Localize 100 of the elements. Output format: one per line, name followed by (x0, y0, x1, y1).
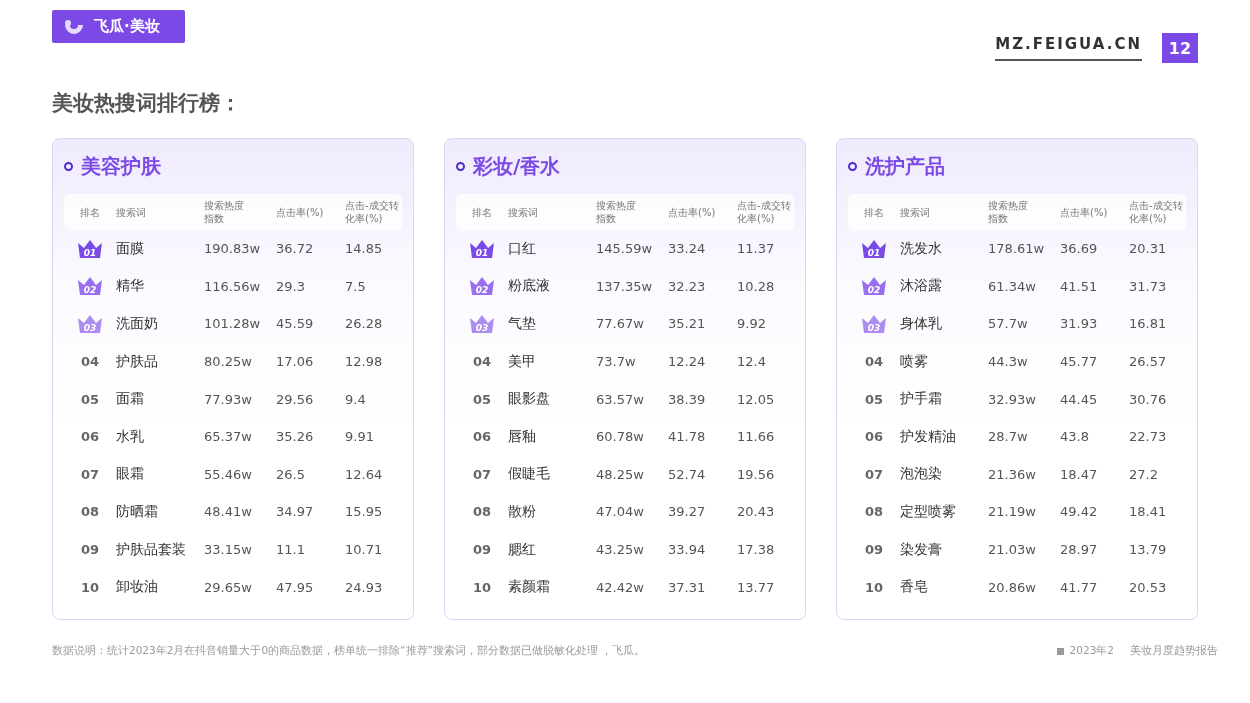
rank-number: 05 (864, 391, 884, 407)
table-cell-text: 190.83w (204, 241, 262, 257)
table-cell-text: 34.97 (276, 504, 315, 520)
search-term: 护发精油 (900, 427, 957, 446)
table-cell-text: 11.66 (737, 429, 776, 445)
column-header: 排名 (863, 205, 885, 219)
table-cell-text: 29.65w (204, 579, 253, 595)
table-cell-text: 137.35w (596, 278, 654, 294)
table-cell-text: 33.15w (204, 542, 253, 558)
crown-rank-badge: 02 (861, 276, 887, 297)
table-cell-text: 24.93 (345, 579, 384, 595)
table-cell-text: 73.7w (596, 354, 637, 370)
table-cell-text: 63.57w (596, 391, 645, 407)
search-term: 面霜 (116, 390, 145, 409)
table-cell-text: 13.79 (1129, 542, 1168, 558)
search-term: 卸妆油 (116, 578, 159, 597)
rank-number: 08 (472, 504, 492, 520)
table-cell-text: 26.28 (345, 316, 384, 332)
search-term: 护肤品 (116, 352, 159, 371)
crown-rank-badge: 03 (861, 314, 887, 334)
table-cell-text: 12.4 (737, 354, 767, 370)
table-cell-text: 49.42 (1060, 504, 1099, 520)
table-cell-text: 20.86w (988, 579, 1037, 595)
table-cell-text: 16.81 (1129, 316, 1168, 332)
search-term: 气垫 (508, 315, 537, 333)
table-cell-text: 48.25w (596, 466, 645, 482)
column-header: 点击-成交转化率(%) (345, 199, 400, 225)
rank-number: 08 (80, 504, 100, 520)
search-term: 眼影盘 (508, 390, 551, 409)
column-header: 搜索热度指数 (596, 199, 637, 225)
table-cell-text: 11.37 (737, 241, 776, 257)
search-term: 口红 (508, 239, 537, 258)
table-cell-text: 77.93w (204, 391, 253, 407)
column-header: 点击-成交转化率(%) (737, 199, 792, 225)
rank-number: 06 (80, 429, 100, 445)
search-term: 假睫毛 (508, 465, 551, 484)
crown-rank-badge: 01 (861, 238, 887, 259)
site-url: MZ.FEIGUA.CN (995, 35, 1142, 61)
crown-rank-badge: 01 (469, 238, 495, 259)
search-term: 粉底液 (508, 277, 551, 296)
table-cell-text: 14.85 (345, 241, 384, 257)
table-cell-text: 47.95 (276, 579, 315, 595)
table-cell-text: 61.34w (988, 278, 1037, 294)
column-header: 排名 (471, 205, 493, 219)
table-cell-text: 12.64 (345, 466, 384, 482)
search-term: 香皂 (900, 578, 929, 597)
table-cell-text: 31.93 (1060, 316, 1099, 332)
search-term: 洗发水 (900, 239, 943, 258)
table-cell-text: 9.92 (737, 316, 767, 332)
brand-name: 飞瓜·美妆 (94, 17, 160, 36)
table-cell-text: 29.3 (276, 278, 306, 294)
table-cell-text: 21.36w (988, 466, 1037, 482)
crown-rank-badge: 03 (77, 314, 103, 334)
table-cell-text: 18.47 (1060, 466, 1099, 482)
page-title: 美妆热搜词排行榜： (52, 90, 242, 117)
table-cell-text: 47.04w (596, 504, 645, 520)
search-term: 唇釉 (508, 427, 537, 446)
table-cell-text: 45.59 (276, 316, 315, 332)
search-term: 护手霜 (900, 390, 943, 409)
rank-number: 10 (864, 579, 884, 595)
table-cell-text: 48.41w (204, 504, 253, 520)
table-cell-text: 57.7w (988, 316, 1029, 332)
rank-number: 07 (472, 466, 492, 482)
table-cell-text: 43.8 (1060, 429, 1090, 445)
column-header: 搜索热度指数 (988, 199, 1029, 225)
table-cell-text: 36.72 (276, 241, 315, 257)
search-term: 精华 (116, 277, 145, 296)
column-header: 点击-成交转化率(%) (1129, 199, 1184, 225)
search-term: 身体乳 (900, 315, 943, 333)
page-number: 12 (1162, 33, 1198, 63)
rank-number: 10 (472, 579, 492, 595)
card-title: 洗护产品 (865, 152, 945, 180)
table-cell-text: 9.91 (345, 429, 375, 445)
rank-number: 06 (864, 429, 884, 445)
table-cell-text: 41.77 (1060, 579, 1099, 595)
table-cell-text: 32.23 (668, 278, 707, 294)
table-cell-text: 116.56w (204, 278, 262, 294)
table-cell-text: 27.2 (1129, 466, 1159, 482)
search-term: 眼霜 (116, 465, 145, 484)
table-cell-text: 12.98 (345, 354, 384, 370)
card-title: 彩妆/香水 (473, 152, 561, 180)
table-cell-text: 43.25w (596, 542, 645, 558)
search-term: 防晒霜 (116, 502, 159, 521)
rank-number: 09 (472, 542, 492, 558)
rank-number: 10 (80, 579, 100, 595)
rank-number: 09 (864, 542, 884, 558)
table-cell-text: 45.77 (1060, 354, 1099, 370)
table-cell-text: 28.97 (1060, 542, 1099, 558)
table-cell-text: 7.5 (345, 278, 367, 294)
column-header: 点击率(%) (276, 205, 325, 219)
column-header: 搜索词 (900, 205, 931, 219)
table-cell-text: 65.37w (204, 429, 253, 445)
search-term: 泡泡染 (900, 465, 943, 484)
column-header: 搜索词 (116, 205, 147, 219)
table-cell-text: 60.78w (596, 429, 645, 445)
table-cell-text: 145.59w (596, 241, 654, 257)
table-cell-text: 28.7w (988, 429, 1029, 445)
table-cell-text: 44.3w (988, 354, 1029, 370)
table-cell-text: 13.77 (737, 579, 776, 595)
table-cell-text: 36.69 (1060, 241, 1099, 257)
